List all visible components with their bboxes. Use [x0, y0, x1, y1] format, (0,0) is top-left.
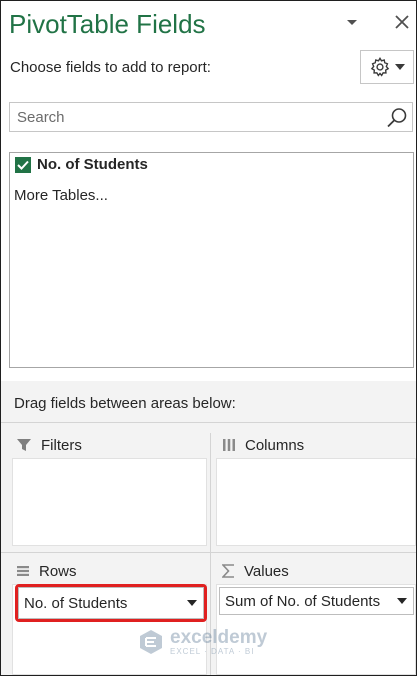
chevron-down-icon — [347, 20, 357, 25]
rows-field-label: No. of Students — [24, 594, 128, 612]
chevron-down-icon — [395, 64, 405, 70]
drag-instruction: Drag fields between areas below: — [14, 395, 236, 412]
checkmark-icon — [17, 160, 29, 170]
chevron-down-icon[interactable] — [187, 600, 197, 606]
more-tables-link[interactable]: More Tables... — [14, 187, 108, 204]
columns-label: Columns — [245, 436, 305, 454]
rows-field-item[interactable]: No. of Students — [18, 587, 204, 619]
field-list: No. of Students More Tables... — [9, 152, 414, 368]
sigma-icon — [222, 564, 234, 578]
gear-icon — [370, 56, 390, 77]
values-label: Values — [244, 562, 289, 580]
search-box — [9, 102, 413, 132]
filters-drop-area[interactable] — [12, 458, 207, 546]
search-icon[interactable] — [385, 106, 409, 130]
search-input[interactable] — [10, 103, 380, 131]
section-divider — [1, 422, 416, 423]
pane-title: PivotTable Fields — [9, 9, 206, 39]
values-field-item[interactable]: Sum of No. of Students — [219, 587, 414, 615]
columns-area-header: Columns — [222, 434, 304, 456]
exceldemy-logo-icon — [140, 630, 162, 654]
tools-button[interactable] — [360, 50, 414, 84]
rows-icon — [17, 566, 29, 576]
watermark-name: exceldemy — [170, 627, 268, 648]
rows-label: Rows — [39, 562, 77, 580]
task-pane-options-button[interactable] — [341, 13, 363, 33]
field-checkbox[interactable] — [15, 157, 31, 173]
chevron-down-icon[interactable] — [397, 598, 407, 604]
filters-label: Filters — [41, 436, 82, 454]
areas-section: Drag fields between areas below: Filters… — [1, 381, 416, 675]
filter-icon — [17, 439, 31, 451]
watermark-tagline: EXCEL · DATA · BI — [170, 647, 255, 656]
field-label[interactable]: No. of Students — [37, 156, 148, 173]
pivottable-fields-pane: PivotTable Fields Choose fields to add t… — [0, 0, 417, 676]
watermark-logo: exceldemy EXCEL · DATA · BI — [138, 628, 267, 656]
rows-area-header: Rows — [16, 560, 77, 582]
close-button[interactable] — [391, 11, 413, 33]
columns-drop-area[interactable] — [216, 458, 416, 546]
close-icon — [395, 15, 409, 29]
columns-icon — [223, 439, 235, 451]
section-divider — [1, 552, 416, 553]
values-field-label: Sum of No. of Students — [225, 592, 381, 610]
values-area-header: Values — [222, 560, 289, 582]
filters-area-header: Filters — [16, 434, 82, 456]
choose-fields-label: Choose fields to add to report: — [10, 59, 211, 76]
